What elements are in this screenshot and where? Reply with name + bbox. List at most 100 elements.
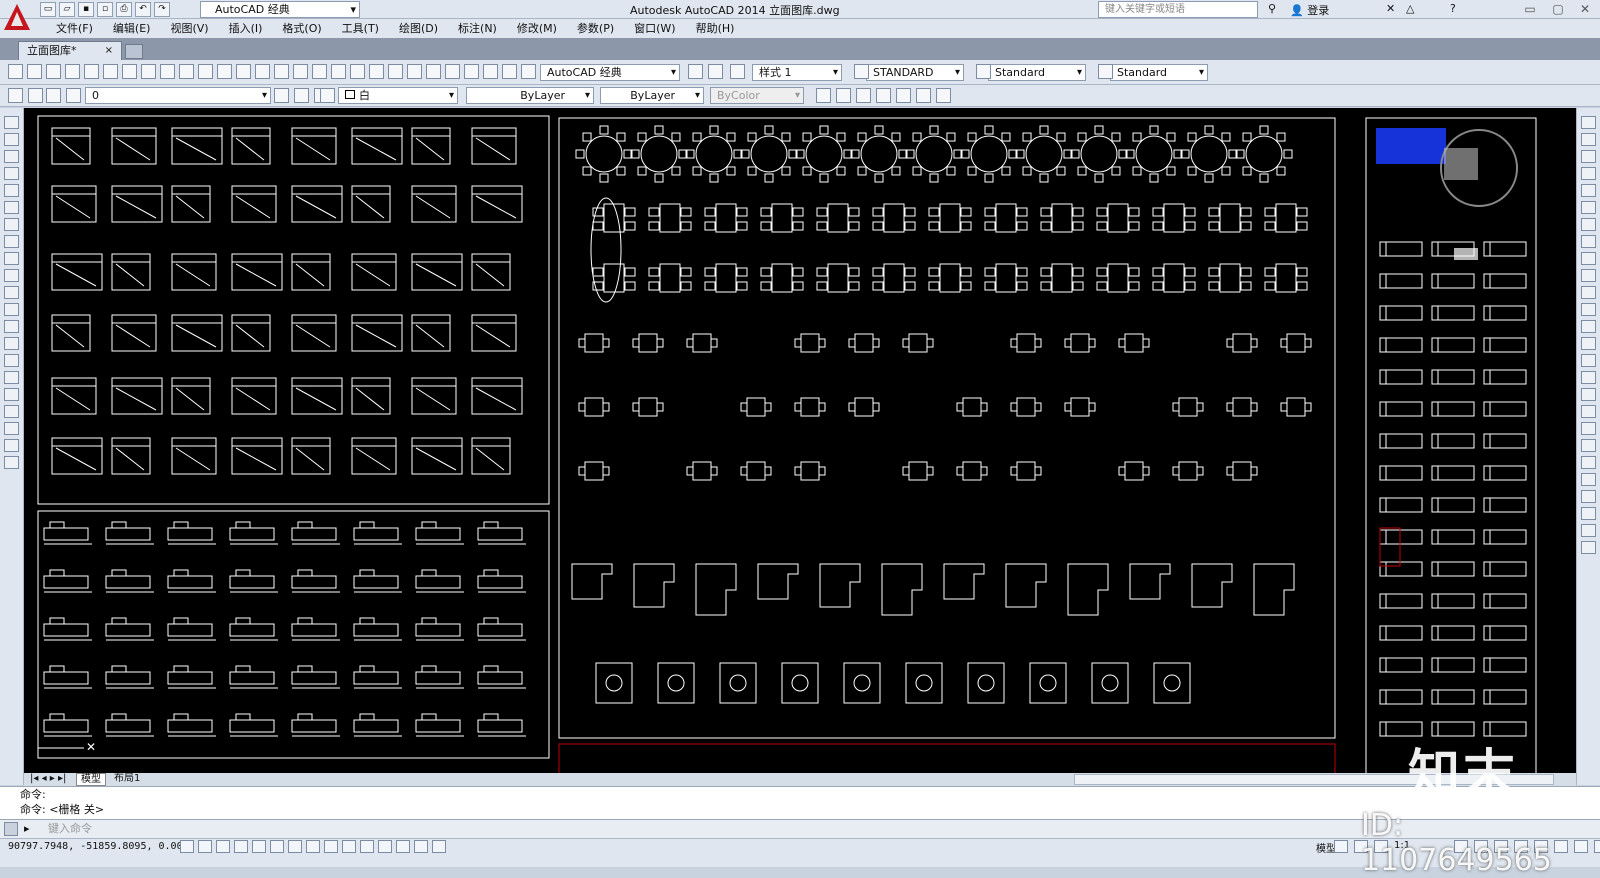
status-toggle-icon-14[interactable] (432, 840, 446, 853)
draw-tool-icon-14[interactable] (4, 354, 19, 367)
close-tab-icon[interactable]: × (105, 42, 113, 59)
draw-tool-icon-9[interactable] (4, 269, 19, 282)
modify-tool-icon-18[interactable] (1581, 422, 1596, 435)
tool-icon-31[interactable] (854, 64, 869, 79)
tool-icon-29[interactable] (708, 64, 723, 79)
status-toggle-icon-9[interactable] (342, 840, 356, 853)
menu-item-8[interactable]: 修改(M) (507, 19, 567, 38)
workspace-dropdown[interactable]: AutoCAD 经典 (200, 1, 360, 18)
tool-icon-24[interactable] (464, 64, 479, 79)
draw-tool-icon-5[interactable] (4, 201, 19, 214)
prop-icon-9[interactable] (836, 88, 851, 103)
model-space-toggle[interactable]: 模型 (1316, 840, 1336, 855)
print-icon[interactable]: ⎙ (116, 2, 132, 17)
prop-icon-14[interactable] (936, 88, 951, 103)
modify-tool-icon-12[interactable] (1581, 320, 1596, 333)
modify-tool-icon-23[interactable] (1581, 507, 1596, 520)
linetype-combo[interactable]: ByLayer (466, 87, 594, 104)
modify-tool-icon-5[interactable] (1581, 201, 1596, 214)
lineweight-combo[interactable]: ByLayer (600, 87, 704, 104)
status-toggle-icon-0[interactable] (180, 840, 194, 853)
tool-icon-11[interactable] (217, 64, 232, 79)
modify-tool-icon-9[interactable] (1581, 269, 1596, 282)
menu-item-4[interactable]: 格式(O) (272, 19, 331, 38)
menu-item-0[interactable]: 文件(F) (46, 19, 103, 38)
tool-icon-26[interactable] (502, 64, 517, 79)
draw-tool-icon-8[interactable] (4, 252, 19, 265)
layout-nav-arrows[interactable]: |◂ ◂ ▸ ▸| (26, 773, 70, 786)
exchange-icon[interactable]: ✕ (1386, 2, 1395, 15)
menu-item-7[interactable]: 标注(N) (448, 19, 507, 38)
prop-icon-4[interactable] (274, 88, 289, 103)
modify-tool-icon-20[interactable] (1581, 456, 1596, 469)
modify-tool-icon-7[interactable] (1581, 235, 1596, 248)
minimize-icon[interactable]: ▭ (1517, 0, 1543, 18)
save-icon[interactable]: ▪ (78, 2, 94, 17)
status-toggle-icon-1[interactable] (198, 840, 212, 853)
modify-tool-icon-15[interactable] (1581, 371, 1596, 384)
draw-tool-icon-11[interactable] (4, 303, 19, 316)
status-toggle-icon-4[interactable] (252, 840, 266, 853)
prop-icon-8[interactable] (816, 88, 831, 103)
menu-item-10[interactable]: 窗口(W) (624, 19, 685, 38)
a360-icon[interactable]: △ (1406, 2, 1414, 15)
status-toggle-icon-6[interactable] (288, 840, 302, 853)
draw-tool-icon-15[interactable] (4, 371, 19, 384)
tool-icon-18[interactable] (350, 64, 365, 79)
tab-layout1[interactable]: 布局1 (110, 773, 144, 786)
tool-icon-2[interactable] (46, 64, 61, 79)
doc-tab-elevation-library[interactable]: 立面图库* × (18, 41, 122, 60)
status-tray-icon-0[interactable] (1334, 840, 1348, 853)
prop-icon-10[interactable] (856, 88, 871, 103)
login-button[interactable]: 👤 登录 (1290, 2, 1329, 18)
modify-tool-icon-0[interactable] (1581, 116, 1596, 129)
draw-tool-icon-3[interactable] (4, 167, 19, 180)
modify-tool-icon-8[interactable] (1581, 252, 1596, 265)
prop-icon-7[interactable] (320, 88, 335, 103)
modify-tool-icon-22[interactable] (1581, 490, 1596, 503)
modify-tool-icon-10[interactable] (1581, 286, 1596, 299)
prop-icon-2[interactable] (46, 88, 61, 103)
status-toggle-icon-8[interactable] (324, 840, 338, 853)
tool-icon-22[interactable] (426, 64, 441, 79)
modify-tool-icon-24[interactable] (1581, 524, 1596, 537)
tool-icon-16[interactable] (312, 64, 327, 79)
color-combo[interactable]: 白 (338, 87, 458, 104)
save-as-icon[interactable]: ▫ (97, 2, 113, 17)
modify-tool-icon-16[interactable] (1581, 388, 1596, 401)
tool-icon-30[interactable] (730, 64, 745, 79)
modify-tool-icon-6[interactable] (1581, 218, 1596, 231)
tool-icon-27[interactable] (521, 64, 536, 79)
binoculars-icon[interactable]: ⚲ (1268, 2, 1276, 15)
menu-item-11[interactable]: 帮助(H) (686, 19, 745, 38)
table-style-combo[interactable]: Standard (1110, 64, 1208, 81)
modify-tool-icon-25[interactable] (1581, 541, 1596, 554)
undo-icon[interactable]: ↶ (135, 2, 151, 17)
tool-icon-28[interactable] (688, 64, 703, 79)
tool-icon-0[interactable] (8, 64, 23, 79)
tool-icon-13[interactable] (255, 64, 270, 79)
status-toggle-icon-10[interactable] (360, 840, 374, 853)
draw-tool-icon-13[interactable] (4, 337, 19, 350)
modify-tool-icon-4[interactable] (1581, 184, 1596, 197)
draw-tool-icon-12[interactable] (4, 320, 19, 333)
tool-icon-12[interactable] (236, 64, 251, 79)
prop-icon-13[interactable] (916, 88, 931, 103)
modify-tool-icon-19[interactable] (1581, 439, 1596, 452)
tool-icon-32[interactable] (976, 64, 991, 79)
draw-tool-icon-6[interactable] (4, 218, 19, 231)
text-style-combo[interactable]: STANDARD (866, 64, 964, 81)
tool-icon-15[interactable] (293, 64, 308, 79)
workspace-combo[interactable]: AutoCAD 经典 (540, 64, 680, 81)
draw-tool-icon-2[interactable] (4, 150, 19, 163)
prop-icon-12[interactable] (896, 88, 911, 103)
status-toggle-icon-2[interactable] (216, 840, 230, 853)
draw-tool-icon-19[interactable] (4, 439, 19, 452)
tool-icon-3[interactable] (65, 64, 80, 79)
tool-icon-20[interactable] (388, 64, 403, 79)
tool-icon-21[interactable] (407, 64, 422, 79)
redo-icon[interactable]: ↷ (154, 2, 170, 17)
status-toggle-icon-12[interactable] (396, 840, 410, 853)
modify-tool-icon-11[interactable] (1581, 303, 1596, 316)
tool-icon-23[interactable] (445, 64, 460, 79)
